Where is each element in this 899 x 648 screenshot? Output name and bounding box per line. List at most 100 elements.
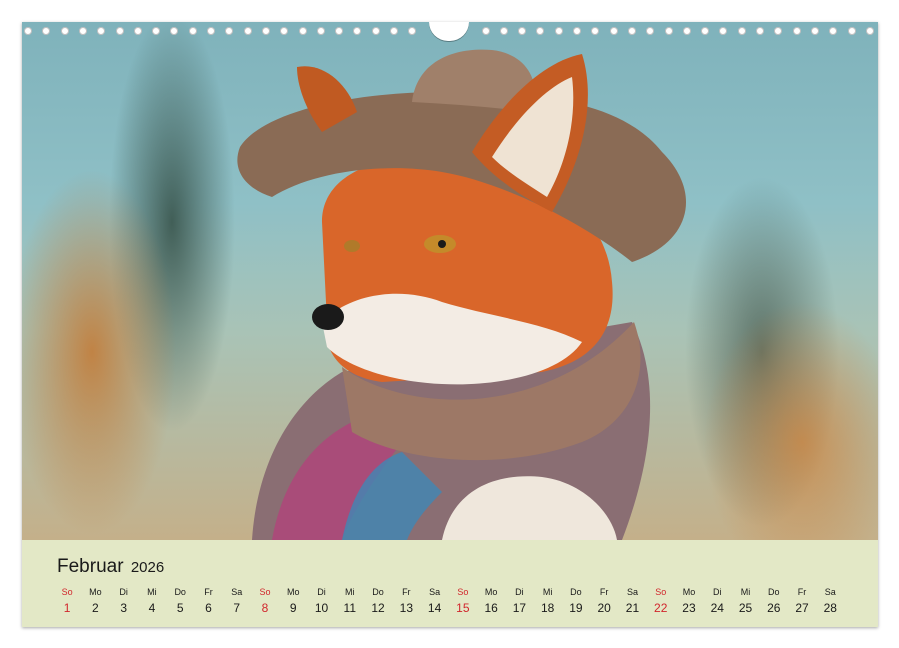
day-number: 3 [120, 601, 127, 615]
day-number: 27 [795, 601, 809, 615]
day-cell: Di 3 [110, 586, 138, 618]
day-cell: Mo 2 [81, 586, 109, 618]
binding-hole [829, 27, 838, 35]
day-cell: Mi 18 [534, 586, 562, 618]
weekday-label: Sa [626, 587, 638, 597]
binding-hole [97, 27, 106, 35]
day-cell: Sa 28 [816, 586, 844, 618]
weekday-label: Di [712, 587, 722, 597]
weekday-label: Di [119, 587, 128, 597]
fox-eye-left [344, 240, 360, 252]
binding-hole [115, 27, 124, 35]
binding-hole [627, 27, 636, 35]
weekday-label: Mi [345, 587, 355, 597]
day-cell: Mi 4 [138, 586, 166, 618]
day-number: 4 [148, 601, 156, 615]
month-title: Februar 2026 [57, 556, 164, 578]
binding-hole [573, 27, 581, 35]
weekday-label: So [655, 587, 667, 597]
binding-hole [865, 27, 874, 35]
day-number: 15 [456, 601, 470, 615]
binding-hole [756, 27, 764, 35]
calendar-bar: Februar 2026 So 1 Mo 2 Di 3 Mi 4 Do 5 Fr 6 Sa 7 So 8 Mo 9… [22, 540, 878, 627]
binding-hole [792, 27, 801, 35]
day-cell: Sa 7 [223, 586, 251, 618]
day-cell: Do 12 [364, 586, 392, 618]
binding-hole [518, 27, 527, 35]
day-number: 10 [314, 601, 329, 615]
binding-hole [298, 27, 307, 35]
day-number: 19 [569, 601, 583, 615]
month-year: 2026 [130, 559, 165, 576]
binding-hole [554, 27, 563, 35]
day-cell: Mo 23 [675, 586, 703, 618]
weekday-label: Di [317, 587, 326, 597]
day-cell: Di 10 [307, 586, 335, 618]
binding-hole [60, 27, 69, 35]
weekday-label: Sa [231, 587, 243, 597]
day-row: So 1 Mo 2 Di 3 Mi 4 Do 5 Fr 6 Sa 7 So 8 Mo 9 Di 10 Mi 11 Do 12 F… [53, 586, 875, 618]
day-cell: Mo 9 [279, 586, 307, 618]
day-number: 13 [399, 601, 413, 615]
binding-hole [152, 27, 161, 35]
day-number: 26 [767, 601, 781, 615]
weekday-label: Mo [682, 587, 696, 597]
binding-hole [719, 27, 728, 35]
weekday-label: Do [174, 587, 186, 597]
binding-hole [774, 27, 783, 35]
day-cell: Mo 16 [477, 586, 505, 618]
binding-hole [591, 27, 600, 35]
weekday-label: Mo [287, 587, 300, 597]
binding-hole [481, 27, 490, 35]
day-number: 1 [63, 601, 71, 615]
fox-illustration [237, 49, 686, 540]
day-cell: So 15 [449, 586, 477, 618]
weekday-label: Mo [89, 587, 102, 597]
day-number: 2 [92, 601, 99, 615]
binding-hole [316, 27, 325, 35]
weekday-label: Do [372, 587, 384, 597]
weekday-label: Mi [147, 587, 157, 597]
day-cell: Mi 11 [336, 586, 364, 618]
day-cell: So 8 [251, 586, 279, 618]
day-cell: Fr 13 [392, 586, 420, 618]
weekday-label: So [457, 587, 469, 597]
day-cell: So 1 [53, 586, 81, 618]
day-number: 21 [625, 601, 640, 615]
day-cell: Di 24 [703, 586, 731, 618]
day-cell: Do 26 [760, 586, 788, 618]
binding-hole [243, 27, 252, 35]
day-number: 11 [343, 601, 357, 615]
day-number: 24 [710, 601, 724, 615]
day-number: 8 [261, 601, 269, 615]
binding-hole [335, 27, 344, 35]
binding-hole [390, 27, 398, 35]
day-number: 23 [682, 601, 696, 615]
binding-hole [664, 27, 673, 35]
fox-photo [22, 22, 878, 540]
day-cell: So 22 [647, 586, 675, 618]
day-number: 7 [233, 601, 241, 615]
weekday-label: Sa [429, 587, 441, 597]
weekday-label: Mi [542, 587, 553, 597]
binding-hole [78, 27, 87, 35]
day-number: 6 [205, 601, 212, 615]
binding-hole [207, 27, 215, 35]
weekday-label: Do [570, 587, 582, 597]
binding-hole [133, 27, 142, 35]
day-number: 28 [823, 601, 837, 615]
binding-hole [682, 27, 691, 35]
day-number: 14 [427, 601, 442, 615]
binding-hole [353, 27, 362, 35]
day-number: 17 [512, 601, 527, 615]
weekday-label: Sa [824, 587, 836, 597]
binding-hole [42, 27, 51, 35]
binding-hole [810, 27, 819, 35]
binding-hole [261, 27, 270, 35]
binding-hole [408, 27, 417, 35]
binding-hole [24, 27, 32, 35]
binding-hole [646, 27, 655, 35]
day-cell: Do 19 [562, 586, 590, 618]
weekday-label: Di [515, 587, 524, 597]
weekday-label: Fr [402, 587, 411, 597]
